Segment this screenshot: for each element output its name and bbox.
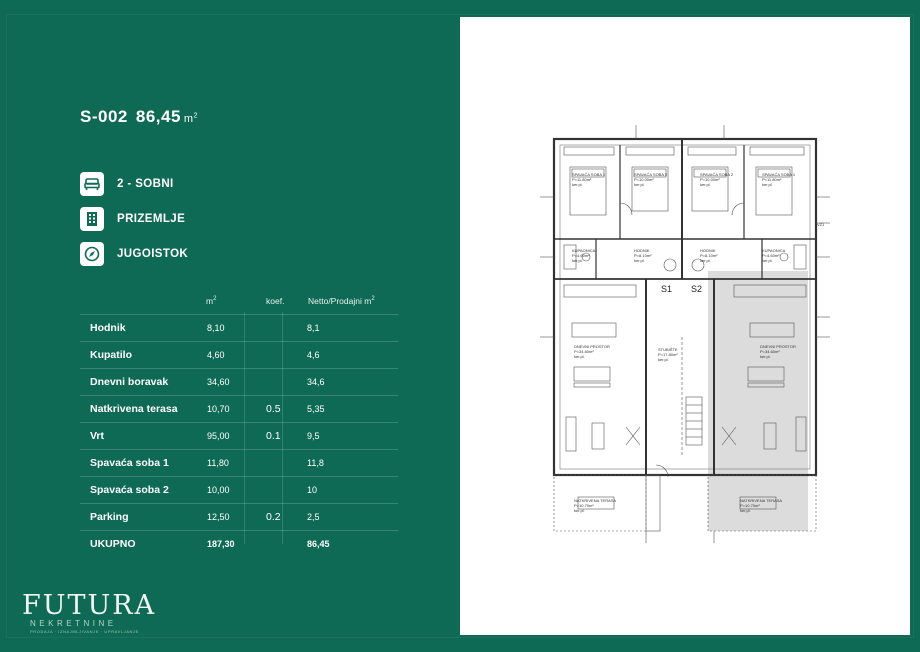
row-koef [260, 368, 307, 396]
row-name: Hodnik [80, 314, 206, 342]
feature-floor-label: PRIZEMLJE [117, 213, 186, 225]
room-label: SPAVAĆA SOBA 2 P=10.00m² ker.pl. [700, 172, 734, 187]
header-netto: Netto/Prodajni m2 [308, 296, 375, 306]
row-koef [260, 341, 307, 369]
total-netto: 86,45 [307, 530, 398, 557]
feature-list: 2 - SOBNI PRIZEMLJE JUGOISTOK [80, 172, 188, 277]
row-netto: 8,1 [307, 314, 398, 342]
feature-floor: PRIZEMLJE [80, 207, 188, 231]
row-name: Spavaća soba 1 [80, 449, 206, 477]
row-m2: 34,60 [206, 368, 260, 396]
feature-rooms-label: 2 - SOBNI [117, 178, 174, 190]
row-netto: 4,6 [307, 341, 398, 369]
row-name: Kupatilo [80, 341, 206, 369]
row-koef: 0.5 [260, 395, 307, 423]
room-label: KUPAONICA P=4.60m² ker.pl. [762, 248, 786, 263]
room-label: SPAVAĆA SOBA 1 P=11.80m² ker.pl. [572, 172, 606, 187]
room-label: NATKRIVENA TERASA P=10.70m² ker.pl. [740, 498, 783, 513]
section-tag: VZ1 [817, 222, 825, 227]
row-name: Vrt [80, 422, 206, 450]
stair-tag-s2: S2 [691, 284, 703, 294]
row-koef [260, 476, 307, 504]
room-label: SPAVAĆA SOBA 1 P=11.80m² ker.pl. [762, 172, 796, 187]
building-icon [80, 207, 104, 231]
row-m2: 12,50 [206, 503, 260, 531]
row-name: Parking [80, 503, 206, 531]
brochure-page: S-002 86,45 m2 2 - SOBNI PRIZEMLJE JUGOI… [0, 0, 920, 652]
area-table: m2 koef. Netto/Prodajni m2 Hodnik 8,10 8… [80, 288, 398, 557]
row-koef: 0.2 [260, 503, 307, 531]
feature-rooms: 2 - SOBNI [80, 172, 188, 196]
unit-title: S-002 86,45 m2 [80, 107, 198, 127]
table-row: Dnevni boravak 34,60 34,6 [80, 368, 398, 396]
room-label: SPAVAĆA SOBA 2 P=10.00m² ker.pl. [634, 172, 668, 187]
table-row: Kupatilo 4,60 4,6 [80, 341, 398, 369]
row-m2: 4,60 [206, 341, 260, 369]
info-panel: S-002 86,45 m2 2 - SOBNI PRIZEMLJE JUGOI… [0, 0, 460, 652]
header-m2: m2 [206, 296, 217, 306]
table-divider [282, 312, 283, 544]
stair-tag-s1: S1 [661, 284, 673, 294]
total-koef [260, 530, 307, 557]
row-name: Natkrivena terasa [80, 395, 206, 423]
table-row: Vrt 95,00 0.1 9,5 [80, 422, 398, 450]
row-m2: 8,10 [206, 314, 260, 342]
unit-code: S-002 [80, 107, 128, 126]
table-total-row: UKUPNO 187,30 86,45 [80, 530, 398, 557]
row-netto: 11,8 [307, 449, 398, 477]
logo-tagline: PRODAJA · IZNAJMLJIVANJE · UPRAVLJANJE [30, 629, 139, 634]
header-room [80, 288, 206, 315]
table-header: m2 koef. Netto/Prodajni m2 [80, 288, 398, 315]
table-row: Spavaća soba 1 11,80 11,8 [80, 449, 398, 477]
floor-plan-panel: SPAVAĆA SOBA 1 P=11.80m² ker.pl. SPAVAĆA S… [460, 17, 910, 635]
bed-icon [80, 172, 104, 196]
room-label: STUBIŠTE P=17.80m² ker.pl. [658, 347, 678, 362]
company-logo: FUTURA NEKRETNINE PRODAJA · IZNAJMLJIVAN… [22, 590, 156, 634]
unit-area: 86,45 [135, 107, 181, 126]
total-m2: 187,30 [206, 530, 260, 557]
floor-plan-drawing [540, 125, 830, 543]
feature-orientation: JUGOISTOK [80, 242, 188, 266]
row-name: Dnevni boravak [80, 368, 206, 396]
row-netto: 10 [307, 476, 398, 504]
row-netto: 2,5 [307, 503, 398, 531]
table-row: Hodnik 8,10 8,1 [80, 314, 398, 342]
row-netto: 9,5 [307, 422, 398, 450]
feature-orientation-label: JUGOISTOK [117, 248, 189, 260]
room-label: NATKRIVENA TERASA P=10.70m² ker.pl. [574, 498, 617, 513]
row-koef: 0.1 [260, 422, 307, 450]
table-row: Spavaća soba 2 10,00 10 [80, 476, 398, 504]
logo-wordmark: FUTURA [22, 590, 157, 621]
row-m2: 11,80 [206, 449, 260, 477]
row-netto: 34,6 [307, 368, 398, 396]
compass-icon [80, 242, 104, 266]
table-row: Parking 12,50 0.2 2,5 [80, 503, 398, 531]
row-m2: 10,70 [206, 395, 260, 423]
total-name: UKUPNO [80, 530, 206, 557]
header-koef: koef. [266, 296, 285, 306]
row-m2: 10,00 [206, 476, 260, 504]
row-koef [260, 449, 307, 477]
room-label: HODNIK P=8.10m² ker.pl. [634, 248, 652, 263]
room-label: HODNIK P=8.10m² ker.pl. [700, 248, 718, 263]
table-row: Natkrivena terasa 10,70 0.5 5,35 [80, 395, 398, 423]
room-label: DNEVNI PROSTOR P=34.60m² ker.pl. [760, 344, 796, 359]
row-netto: 5,35 [307, 395, 398, 423]
table-divider [244, 312, 245, 544]
room-label: DNEVNI PROSTOR P=34.60m² ker.pl. [574, 344, 610, 359]
row-m2: 95,00 [206, 422, 260, 450]
row-name: Spavaća soba 2 [80, 476, 206, 504]
room-label: KUPAONICA P=4.60m² ker.pl. [572, 248, 596, 263]
area-unit: m2 [183, 112, 198, 125]
row-koef [260, 314, 307, 342]
